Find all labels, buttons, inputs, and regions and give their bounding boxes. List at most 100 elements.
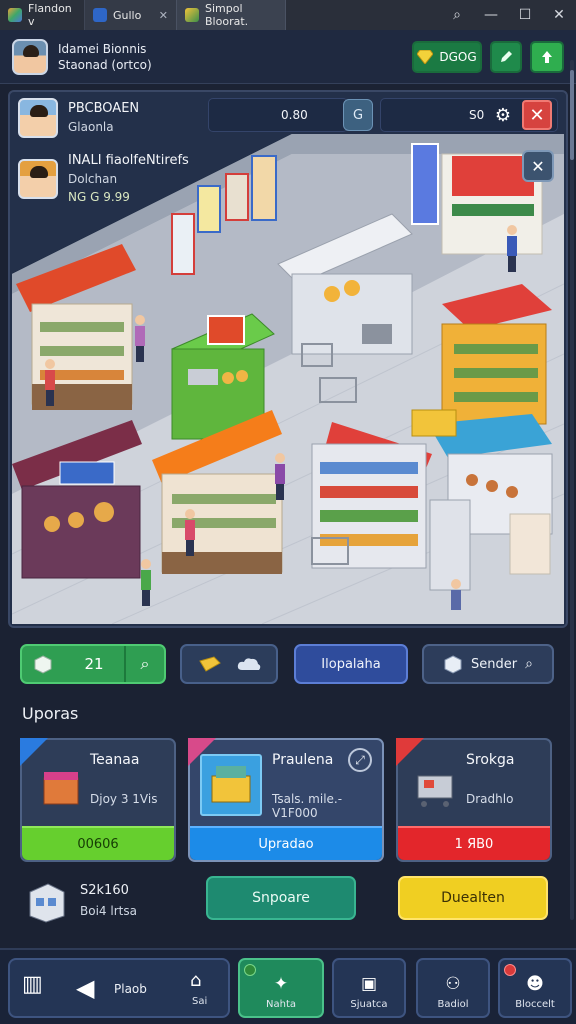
gear-icon[interactable]: ⚙ xyxy=(490,102,516,128)
card-name: Teanaa xyxy=(90,752,140,768)
nav-label: Nahta xyxy=(266,999,296,1010)
tab-label: Flandon v xyxy=(28,2,72,28)
upgrade-card[interactable]: Teanaa Djoy 3 1Vis 00606 xyxy=(20,738,176,862)
box-icon xyxy=(444,655,462,674)
profile-sub: Glaonla xyxy=(68,120,114,134)
stat-bar-1: 0.80 xyxy=(208,98,348,132)
section-title: Uporas xyxy=(22,704,79,723)
close-tab-icon[interactable]: ✕ xyxy=(159,9,168,22)
app-icon xyxy=(185,8,199,22)
close-red-icon[interactable]: ✕ xyxy=(522,100,552,130)
tab-gullo[interactable]: Gullo ✕ xyxy=(84,0,176,30)
card-image-frame xyxy=(200,754,262,816)
bottom-nav: ▥ ◀ Plaob ⌂ Sai ✦ Nahta ▣ Sjuatca ⚇ Badi… xyxy=(0,948,576,1024)
edit-button[interactable] xyxy=(490,40,522,73)
maximize-icon[interactable]: ☐ xyxy=(508,0,542,30)
building-icon: ▥ xyxy=(22,972,43,997)
nav-label: Bloccelt xyxy=(515,999,555,1010)
tab-label: Gullo xyxy=(113,8,142,22)
button-label: Sender xyxy=(471,656,518,672)
close-window-icon[interactable]: ✕ xyxy=(542,0,576,30)
info-value: S2k160 xyxy=(80,883,129,898)
card-sub: Djoy 3 1Vis xyxy=(90,792,158,806)
profile-name: INALI fiaolfeNtirefs xyxy=(68,153,189,168)
app-icon xyxy=(93,8,107,22)
back-arrow-icon[interactable]: ◀ xyxy=(76,974,94,1002)
tab-flandon[interactable]: Flandon v xyxy=(0,0,84,30)
profile-sub: Dolchan xyxy=(68,172,118,186)
shop-icon xyxy=(43,772,79,805)
resource-button[interactable] xyxy=(180,644,278,684)
nav-sub: Sai xyxy=(192,996,208,1007)
search-icon[interactable]: ⌕ xyxy=(124,646,164,682)
card-sub: Dradhlo xyxy=(466,792,514,806)
pencil-icon xyxy=(501,50,512,62)
notification-dot xyxy=(244,964,256,976)
nav-item-bloccelt[interactable]: ☻ Bloccelt xyxy=(498,958,572,1018)
face-icon: ☻ xyxy=(526,974,544,994)
building-icon xyxy=(29,883,65,923)
arrow-button[interactable] xyxy=(530,40,564,73)
g-chip[interactable]: G xyxy=(343,99,373,131)
player-status: Staonad (ortco) xyxy=(58,57,152,72)
close-icon[interactable]: ✕ xyxy=(522,150,554,182)
minimize-icon[interactable]: — xyxy=(474,0,508,30)
duealten-button[interactable]: Duealten xyxy=(398,876,548,920)
avatar xyxy=(18,98,58,138)
game-panel: PBCBOAEN Glaonla INALI fiaolfeNtirefs Do… xyxy=(8,90,568,628)
profile-name: PBCBOAEN xyxy=(68,101,140,116)
card-sub: Tsals. mile.-V1F000 xyxy=(272,792,343,820)
quantity-stepper[interactable]: 21 ⌕ xyxy=(20,644,166,684)
upgrade-card[interactable]: Srokga Dradhlo 1 ЯВ0 xyxy=(396,738,552,862)
tab-label: Simpol Bloorat. xyxy=(205,2,249,28)
nav-item-badiol[interactable]: ⚇ Badiol xyxy=(416,958,490,1018)
nav-label: Plaob xyxy=(114,982,147,996)
nav-item-nahta[interactable]: ✦ Nahta xyxy=(238,958,324,1018)
profile-card-2[interactable]: INALI fiaolfeNtirefs Dolchan NG G 9.99 xyxy=(18,152,189,206)
stat-value: S0 xyxy=(469,108,485,122)
cube-icon xyxy=(22,646,64,682)
card-price-button[interactable]: 1 ЯВ0 xyxy=(398,826,550,860)
primary-action-button[interactable]: Ilopalaha xyxy=(294,644,408,684)
nav-label: Sjuatca xyxy=(350,999,388,1010)
nav-item-sjuatca[interactable]: ▣ Sjuatca xyxy=(332,958,406,1018)
card-name: Srokga xyxy=(466,752,515,768)
player-name: Idamei Bionnis xyxy=(58,41,147,56)
notification-dot xyxy=(504,964,516,976)
search-icon[interactable]: ⌕ xyxy=(440,0,474,30)
avatar[interactable] xyxy=(12,38,48,75)
upgrade-card[interactable]: Praulena Tsals. mile.-V1F000 ⤢ Upradao xyxy=(188,738,384,862)
expand-icon[interactable]: ⤢ xyxy=(348,748,372,772)
nav-label: Badiol xyxy=(437,999,469,1010)
gem-label: DGOG xyxy=(439,49,477,64)
arrow-up-icon xyxy=(542,50,552,63)
cloud-icon xyxy=(237,658,261,670)
puzzle-icon: ✦ xyxy=(273,974,289,994)
sofa-icon: ⌂ xyxy=(190,970,202,991)
profile-card-1[interactable]: PBCBOAEN Glaonla xyxy=(18,98,139,138)
cart-icon xyxy=(417,775,453,807)
app-icon xyxy=(8,8,22,22)
storage-info: S2k160 Boi4 lrtsa xyxy=(24,876,194,926)
card-buy-button[interactable]: 00606 xyxy=(22,826,174,860)
info-sub: Boi4 lrtsa xyxy=(80,904,137,918)
button-label: Ilopalaha xyxy=(321,656,381,672)
scrollbar[interactable] xyxy=(570,60,574,920)
machine-icon xyxy=(211,766,251,803)
card-upgrade-button[interactable]: Upradao xyxy=(190,826,382,860)
stepper-value: 21 xyxy=(84,655,104,673)
window-icon: ▣ xyxy=(360,974,378,994)
nav-main-group[interactable]: ▥ ◀ Plaob ⌂ Sai xyxy=(8,958,230,1018)
sender-button[interactable]: Sender ⌕ xyxy=(422,644,554,684)
stat-value: 0.80 xyxy=(281,108,308,122)
people-icon: ⚇ xyxy=(445,974,461,994)
player-header: Idamei Bionnis Staonad (ortco) DGOG xyxy=(0,30,576,84)
card-name: Praulena xyxy=(272,752,334,768)
avatar xyxy=(18,159,58,199)
tab-simpol[interactable]: Simpol Bloorat. xyxy=(176,0,286,30)
gold-bar-icon xyxy=(199,656,221,672)
snpoare-button[interactable]: Snpoare xyxy=(206,876,356,920)
gem-icon xyxy=(417,49,434,64)
gem-button[interactable]: DGOG xyxy=(412,40,482,73)
window-title-bar: Flandon v Gullo ✕ Simpol Bloorat. ⌕ — ☐ … xyxy=(0,0,576,30)
